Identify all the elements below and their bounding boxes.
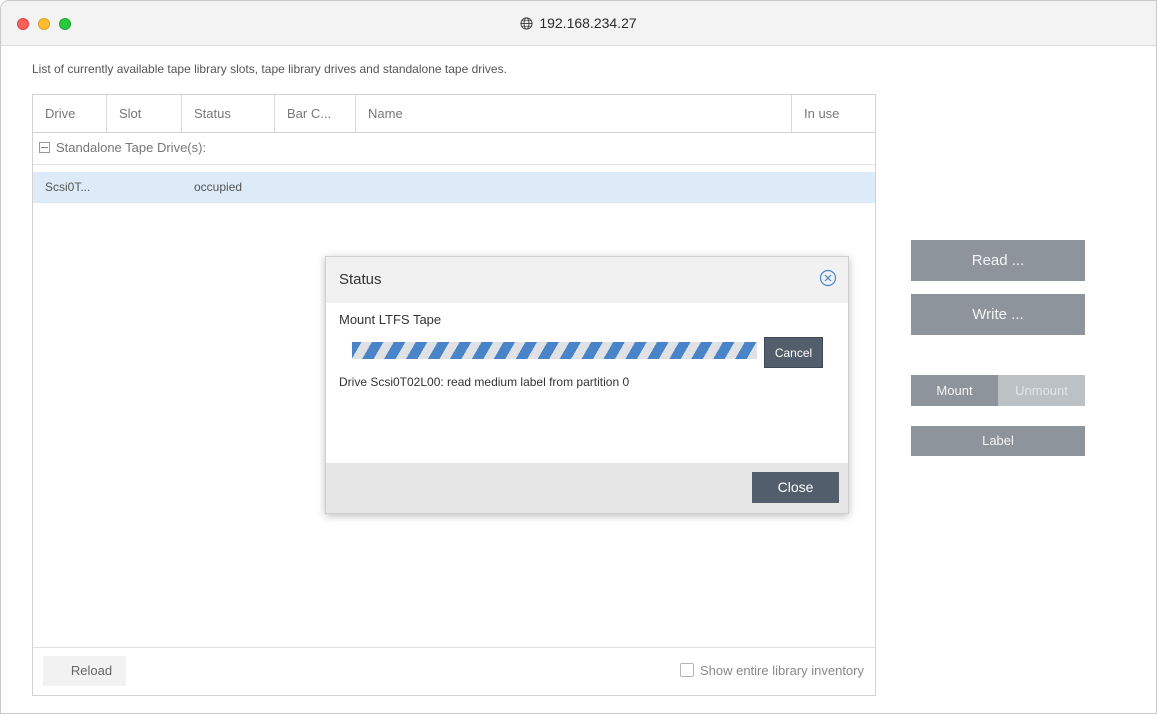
dialog-title: Status — [339, 271, 382, 288]
column-header-drive[interactable]: Drive — [33, 95, 107, 132]
cell-drive: Scsi0T... — [45, 180, 91, 194]
dialog-footer: Close — [326, 463, 848, 513]
close-circle-icon[interactable] — [819, 269, 837, 287]
show-inventory-checkbox[interactable] — [679, 663, 694, 677]
column-header-name[interactable]: Name — [356, 95, 792, 132]
column-header-in-use[interactable]: In use — [792, 95, 875, 132]
mount-button[interactable]: Mount — [911, 375, 998, 406]
app-window: 192.168.234.27 List of currently availab… — [0, 0, 1157, 714]
group-label: Standalone Tape Drive(s): — [56, 140, 207, 155]
cell-slot — [107, 172, 182, 203]
show-inventory-option[interactable]: Show entire library inventory — [679, 663, 864, 678]
table-row[interactable]: Scsi0T... occupied — [33, 172, 875, 203]
cell-name — [356, 172, 792, 203]
read-button[interactable]: Read ... — [911, 240, 1085, 281]
dialog-header: Status — [326, 257, 848, 303]
window-title: 192.168.234.27 — [1, 15, 1156, 31]
dialog-message: Drive Scsi0T02L00: read medium label fro… — [339, 375, 630, 389]
cell-in-use — [792, 172, 875, 203]
status-dialog: Status Mount LTFS Tape Cancel Drive Scsi… — [325, 256, 849, 514]
show-inventory-label: Show entire library inventory — [699, 663, 864, 678]
table-header: Drive Slot Status Bar C... Name In use — [33, 95, 875, 133]
group-row-standalone[interactable]: Standalone Tape Drive(s): — [33, 133, 875, 165]
column-header-slot[interactable]: Slot — [107, 95, 182, 132]
cancel-button[interactable]: Cancel — [764, 337, 823, 368]
unmount-button[interactable]: Unmount — [998, 375, 1085, 406]
column-header-status[interactable]: Status — [182, 95, 275, 132]
title-bar: 192.168.234.27 — [1, 1, 1156, 46]
column-header-barcode[interactable]: Bar C... — [275, 95, 356, 132]
close-button[interactable]: Close — [752, 472, 839, 503]
globe-icon — [520, 17, 533, 30]
label-button[interactable]: Label — [911, 426, 1085, 456]
dialog-subtitle: Mount LTFS Tape — [339, 312, 442, 327]
cell-status: occupied — [194, 180, 243, 194]
progress-bar — [352, 342, 757, 359]
cell-barcode — [275, 172, 356, 203]
window-title-text: 192.168.234.27 — [539, 15, 637, 31]
page-description: List of currently available tape library… — [32, 62, 507, 76]
reload-button[interactable]: Reload — [43, 656, 126, 686]
collapse-icon[interactable] — [39, 142, 50, 153]
table-footer: Reload Show entire library inventory — [33, 647, 875, 695]
write-button[interactable]: Write ... — [911, 294, 1085, 335]
